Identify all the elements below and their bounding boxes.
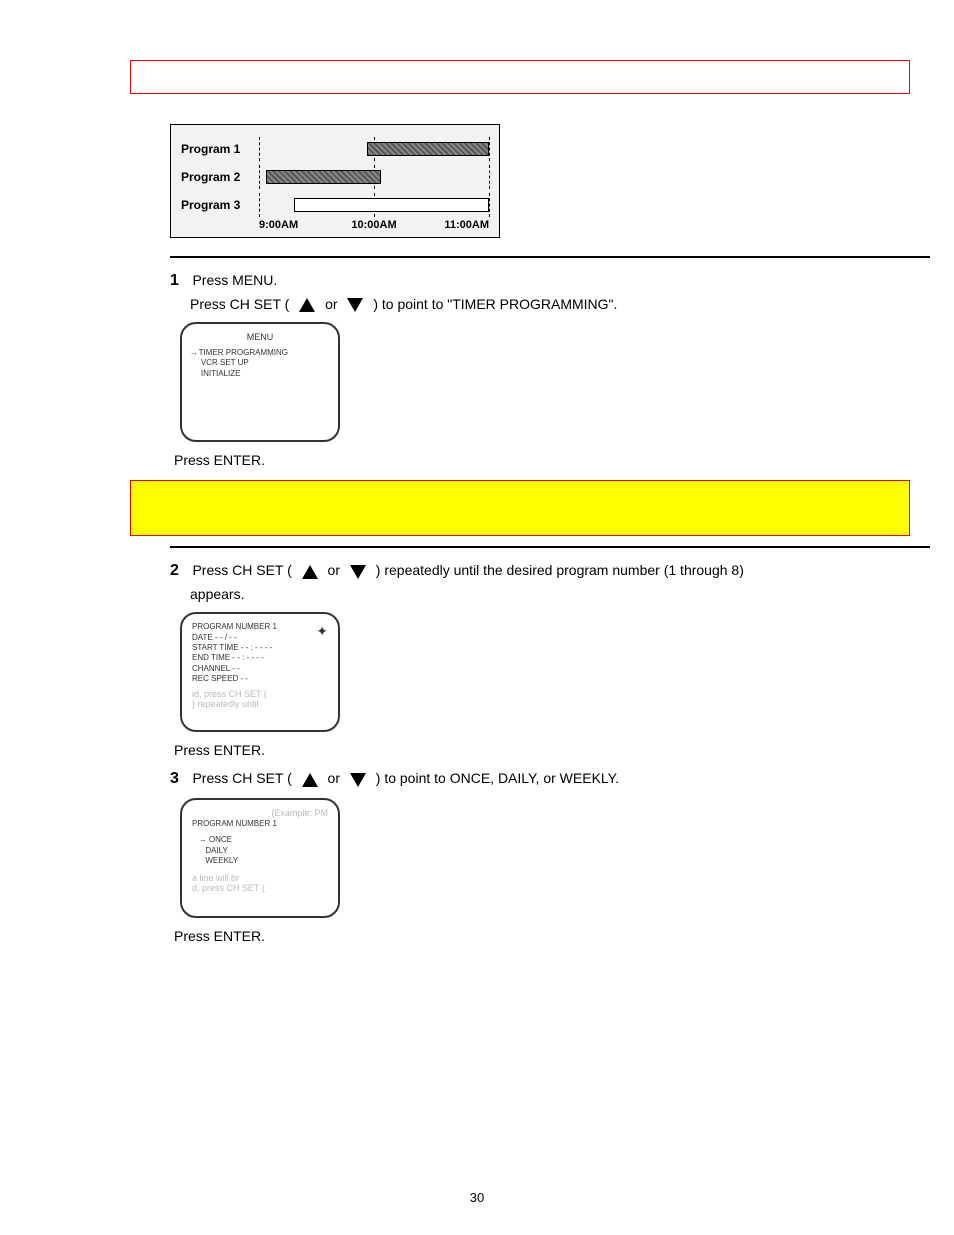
or-text: or — [325, 296, 337, 312]
yellow-highlight-box — [130, 480, 910, 536]
step-text: Press MENU. — [192, 272, 277, 288]
step-text-fragment: Press CH SET ( — [190, 296, 289, 312]
osd-line: PROGRAM NUMBER 1 — [192, 622, 328, 632]
osd-line: REC SPEED - - — [192, 674, 328, 684]
timeline-time-label: 10:00AM — [336, 219, 413, 231]
timeline-diagram: Program 1 Program 2 Program 3 — [170, 124, 500, 238]
faint-bleed-text: id, press CH SET () repeatedly until — [192, 689, 328, 711]
timeline-row-label: Program 1 — [181, 142, 259, 156]
timeline-time-label: 9:00AM — [259, 219, 336, 231]
timeline-time-label: 11:00AM — [412, 219, 489, 231]
step-3-after: Press ENTER. — [170, 928, 930, 946]
step-text-fragment: ) to point to "TIMER PROGRAMMING". — [373, 296, 617, 312]
osd-menu-screen: MENU → TIMER PROGRAMMING VCR SET UP INIT… — [180, 322, 340, 442]
osd-frequency-screen: (Example: PM PROGRAM NUMBER 1 → ONCE DAI… — [180, 798, 340, 918]
arrow-up-icon — [302, 773, 318, 787]
step-text-fragment: appears. — [190, 586, 930, 602]
step-number: 1 — [170, 272, 188, 290]
step-number: 2 — [170, 562, 188, 580]
step-text: Press ENTER. — [174, 928, 265, 944]
step-text-fragment: Press CH SET ( — [192, 770, 291, 786]
osd-line: DATE - - / - - — [192, 633, 328, 643]
osd-title: MENU — [192, 332, 328, 344]
divider — [170, 546, 930, 548]
step-number: 3 — [170, 770, 188, 788]
arrow-up-icon — [299, 298, 315, 312]
osd-program-screen: ✦ PROGRAM NUMBER 1 DATE - - / - - START … — [180, 612, 340, 732]
blink-icon: ✦ — [316, 622, 328, 640]
step-text: Press ENTER. — [174, 742, 265, 758]
osd-menu-item: TIMER PROGRAMMING — [199, 348, 288, 357]
arrow-down-icon — [350, 773, 366, 787]
osd-line: CHANNEL - - — [192, 664, 328, 674]
osd-option: DAILY — [205, 846, 228, 855]
red-outline-box-top — [130, 60, 910, 94]
step-text-fragment: ) to point to ONCE, DAILY, or WEEKLY. — [376, 770, 619, 786]
osd-line: PROGRAM NUMBER 1 — [192, 819, 328, 829]
step-3: 3 Press CH SET ( or ) to point to ONCE, … — [170, 770, 930, 788]
step-2: 2 Press CH SET ( or ) repeatedly until t… — [170, 562, 930, 602]
page-number: 30 — [0, 1190, 954, 1205]
osd-line: START TIME - - : - - - - — [192, 643, 328, 653]
osd-menu-item: VCR SET UP — [201, 358, 249, 367]
faint-bleed-text: a line will brd, press CH SET ( — [192, 873, 328, 895]
timeline-row-label: Program 3 — [181, 198, 259, 212]
arrow-down-icon — [347, 298, 363, 312]
step-text-fragment: Press CH SET ( — [192, 562, 291, 578]
faint-bleed-text: (Example: PM — [192, 808, 328, 819]
timeline-row-label: Program 2 — [181, 170, 259, 184]
osd-line: END TIME - - : - - - - — [192, 653, 328, 663]
arrow-down-icon — [350, 565, 366, 579]
step-1-after: Press ENTER. — [170, 452, 930, 470]
arrow-up-icon — [302, 565, 318, 579]
or-text: or — [328, 770, 340, 786]
divider — [170, 256, 930, 258]
step-text-fragment: ) repeatedly until the desired program n… — [376, 562, 744, 578]
osd-menu-item: INITIALIZE — [201, 369, 241, 378]
pointer-arrow-icon: → — [190, 348, 198, 358]
step-text: Press ENTER. — [174, 452, 265, 468]
or-text: or — [328, 562, 340, 578]
osd-option: WEEKLY — [205, 856, 238, 865]
main-content: Program 1 Program 2 Program 3 — [170, 124, 930, 946]
step-2-after: Press ENTER. — [170, 742, 930, 760]
osd-option: ONCE — [209, 835, 232, 844]
step-1: 1 Press MENU. Press CH SET ( or ) to poi… — [170, 272, 930, 312]
